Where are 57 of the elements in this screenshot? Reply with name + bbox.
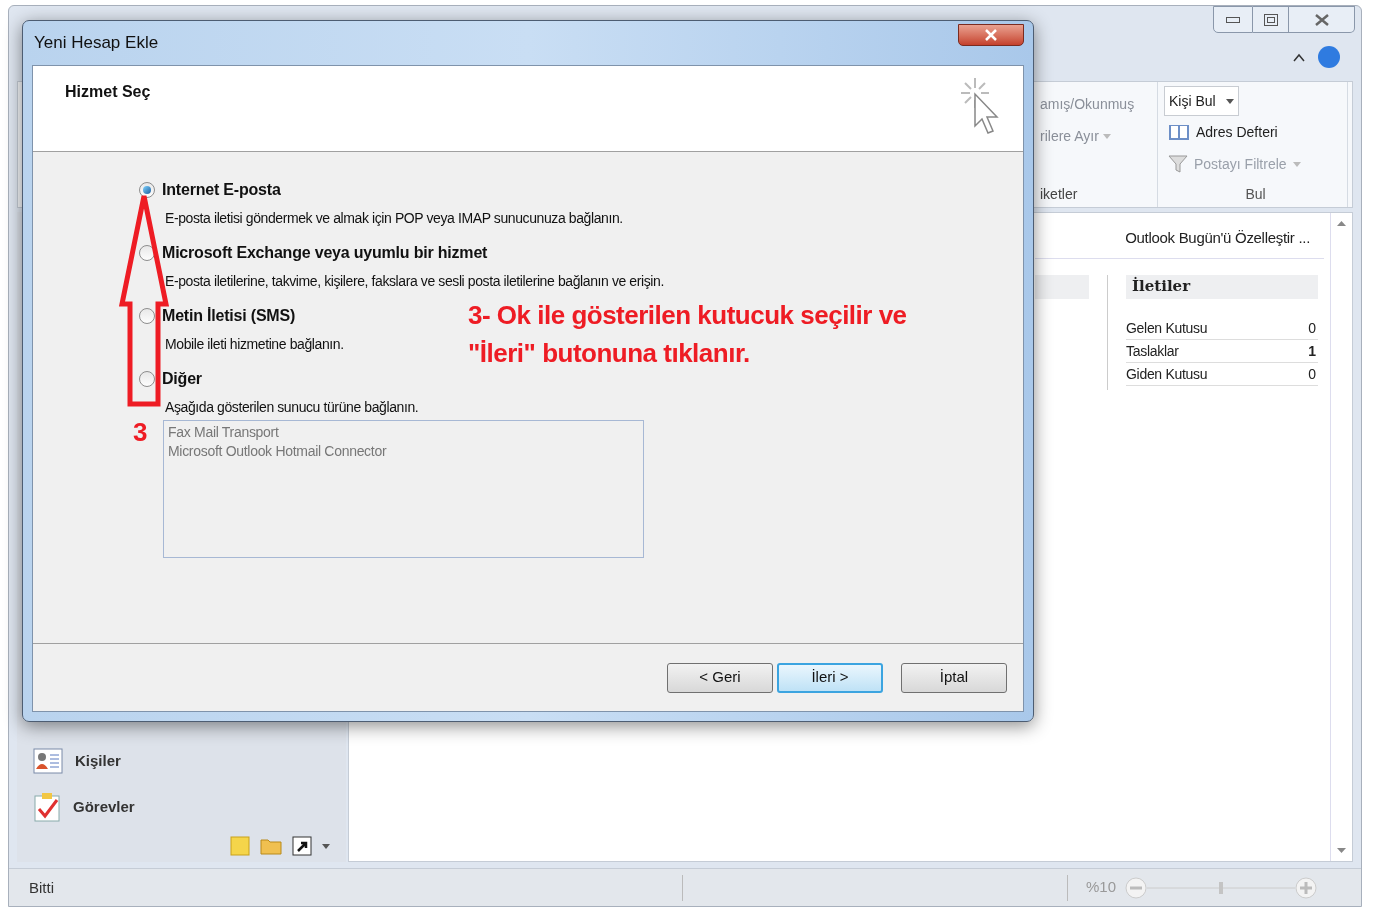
close-button[interactable] <box>958 24 1024 46</box>
option-label[interactable]: Diğer <box>162 367 202 391</box>
group-label: iketler <box>1040 185 1079 204</box>
minimize-button[interactable] <box>1213 6 1253 33</box>
item-count: 1 <box>1308 341 1317 361</box>
wizard-button[interactable]: İleri > <box>777 662 883 693</box>
radio-button[interactable] <box>139 182 155 198</box>
page-heading: Hizmet Seç <box>65 82 151 102</box>
caret-icon <box>1225 98 1234 104</box>
column-header-bar <box>1035 274 1089 299</box>
instruction-text: 3- Ok ile gösterilen kutucuk seçilir ve "İleri" butonuna tıklanır. <box>468 299 908 370</box>
contact-card-icon <box>33 748 63 774</box>
dialog-title: Yeni Hesap Ekle <box>33 32 159 55</box>
maximize-button[interactable] <box>1253 6 1289 33</box>
wizard-button[interactable]: < Geri <box>667 662 773 693</box>
book-icon <box>1168 123 1190 141</box>
radio-button[interactable] <box>139 371 155 387</box>
close-button[interactable] <box>1289 6 1355 33</box>
option-label[interactable]: Microsoft Exchange veya uyumlu bir hizmet <box>162 241 488 265</box>
close-icon <box>984 29 998 41</box>
nav-item[interactable]: Görevler <box>17 784 346 830</box>
step-number: 3 <box>133 416 148 449</box>
zoom-level: %10 <box>1085 877 1117 898</box>
collapse-ribbon-icon[interactable] <box>1293 52 1305 62</box>
option-description: Mobile ileti hizmetine bağlanın. <box>165 335 344 354</box>
item-count: 0 <box>1308 364 1317 384</box>
folder-name[interactable]: Giden Kutusu <box>1126 363 1208 385</box>
caret-icon <box>1292 161 1301 167</box>
funnel-icon <box>1168 155 1188 173</box>
caret-icon <box>322 843 330 849</box>
option-label[interactable]: Internet E-posta <box>162 178 281 202</box>
ribbon-button[interactable]: Adres Defteri <box>1164 116 1282 148</box>
folder-name[interactable]: Taslaklar <box>1126 340 1179 362</box>
option-description: E-posta iletilerine, takvime, kişilere, fakslara ve sesli posta iletilerine bağlanın ve erişin. <box>165 272 664 291</box>
maximize-icon <box>1263 13 1278 26</box>
option-description: E-posta iletisi göndermek ve almak için POP veya IMAP sunucunuza bağlanın. <box>165 209 623 228</box>
folder-name[interactable]: Gelen Kutusu <box>1126 317 1208 339</box>
scroll-down-icon[interactable] <box>1337 848 1346 853</box>
scroll-up-icon[interactable] <box>1337 221 1346 226</box>
status-text: Bitti <box>9 874 683 901</box>
radio-button[interactable] <box>139 308 155 324</box>
section-header: İletiler <box>1126 274 1318 299</box>
caret-icon <box>1102 133 1111 139</box>
find-contact-dropdown[interactable]: Kişi Bul <box>1164 86 1239 116</box>
option-label[interactable]: Metin İletisi (SMS) <box>162 304 296 328</box>
item-count: 0 <box>1308 318 1317 338</box>
group-label: Bul <box>1245 185 1266 204</box>
customize-link[interactable]: Outlook Bugün'ü Özelleştir ... <box>1125 227 1324 250</box>
shortcut-icon[interactable] <box>292 836 312 856</box>
minimize-icon <box>1226 16 1240 23</box>
zoom-slider[interactable] <box>1124 875 1319 900</box>
option-description: Aşağıda gösterilen sunucu türüne bağlanın. <box>165 398 419 417</box>
radio-button[interactable] <box>139 245 155 261</box>
wizard-button[interactable]: İptal <box>901 662 1007 693</box>
close-icon <box>1313 12 1330 27</box>
nav-item[interactable]: Kişiler <box>17 738 346 784</box>
clipboard-check-icon <box>33 792 61 822</box>
